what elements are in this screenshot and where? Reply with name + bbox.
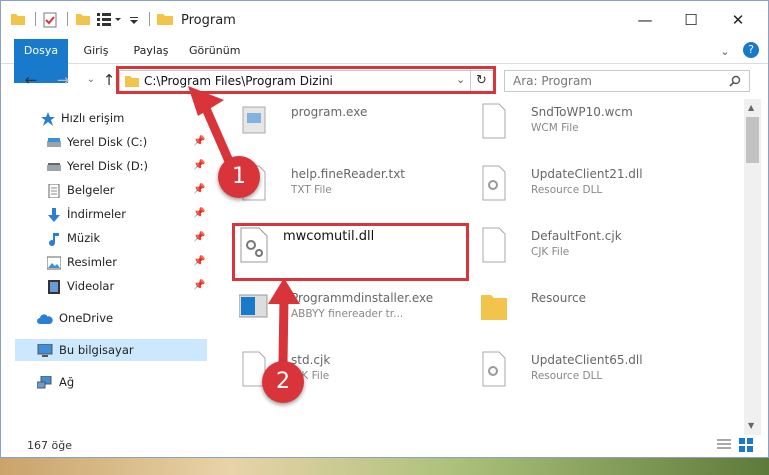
annotation-arrows [188, 86, 300, 367]
step-badge-2: 2 [262, 361, 304, 403]
arrow-2-head [268, 278, 300, 304]
step-badge-1: 1 [218, 156, 260, 198]
arrow-2-shaft [278, 293, 289, 367]
